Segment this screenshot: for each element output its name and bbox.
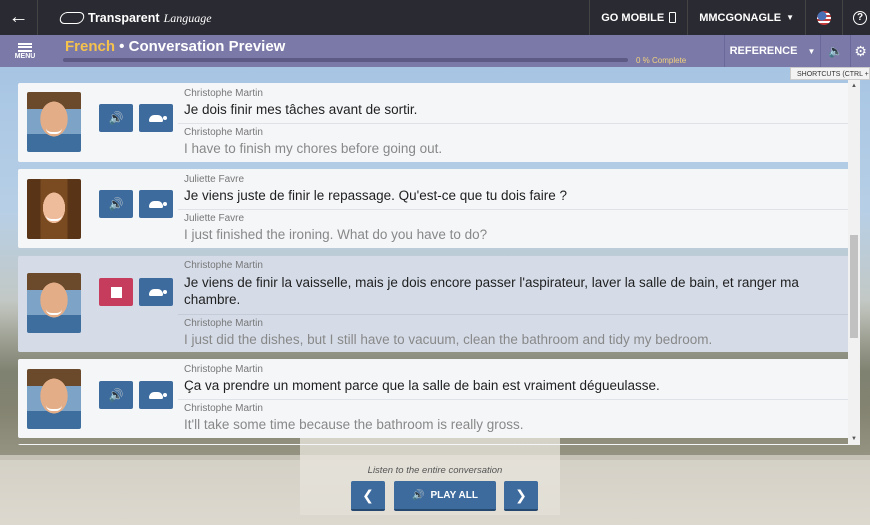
play-audio-button[interactable]: 🔊 — [99, 104, 133, 132]
lesson-title: Conversation Preview — [128, 38, 286, 55]
gear-icon: ⚙ — [854, 42, 867, 59]
scroll-down-icon[interactable]: ▼ — [848, 433, 860, 445]
divider — [178, 399, 850, 400]
back-button[interactable]: ← — [0, 0, 38, 35]
hamburger-icon — [18, 42, 32, 52]
page-title: French • Conversation Preview — [65, 38, 285, 55]
turtle-icon — [149, 200, 167, 208]
audio-settings-button[interactable]: 🔈 — [820, 35, 850, 67]
help-button[interactable]: ? — [842, 0, 870, 35]
arrow-left-icon: ← — [8, 6, 29, 28]
scroll-up-icon[interactable]: ▲ — [848, 80, 860, 92]
divider — [178, 123, 850, 124]
turtle-icon — [149, 288, 167, 296]
speaker-name: Christophe Martin — [184, 403, 263, 414]
divider — [178, 209, 850, 210]
french-text: Je viens juste de finir le repassage. Qu… — [184, 188, 568, 203]
avatar-christophe — [27, 369, 81, 429]
phone-icon — [669, 12, 677, 23]
speaker-name: Christophe Martin — [184, 260, 263, 271]
logo-mark-icon — [58, 12, 86, 24]
speaker-icon: 🔊 — [108, 197, 124, 211]
slow-audio-button[interactable] — [139, 104, 173, 132]
slow-audio-button[interactable] — [139, 190, 173, 218]
conversation-line: 🔊 Christophe Martin Ça va prendre un mom… — [18, 359, 850, 438]
speaker-name: Christophe Martin — [184, 318, 263, 329]
slow-audio-button[interactable] — [139, 278, 173, 306]
turtle-icon — [149, 391, 167, 399]
progress-text: 0 % Complete — [636, 56, 687, 65]
menu-button[interactable]: MENU — [0, 35, 50, 67]
stop-icon — [110, 286, 122, 298]
next-button[interactable]: ❯ — [504, 481, 538, 511]
user-menu-button[interactable]: MMCGONAGLE ▼ — [687, 0, 805, 35]
conversation-scrollbar[interactable]: ▲ ▼ — [848, 80, 860, 445]
speaker-name: Christophe Martin — [184, 364, 263, 375]
lesson-language: French — [65, 38, 116, 55]
french-text: Ça va prendre un moment parce que la sal… — [184, 378, 660, 393]
english-translation: I have to finish my chores before going … — [184, 141, 443, 156]
speaker-icon: 🔊 — [412, 489, 425, 501]
conversation-line: 🔊 Christophe Martin Je dois finir mes tâ… — [18, 83, 850, 162]
us-flag-icon — [817, 10, 831, 25]
scroll-thumb[interactable] — [850, 235, 858, 338]
stop-audio-button[interactable] — [99, 278, 133, 306]
chevron-right-icon: ❯ — [515, 486, 527, 503]
logo: Transparent Language — [58, 9, 212, 27]
speaker-name: Juliette Favre — [184, 174, 245, 185]
play-audio-button[interactable]: 🔊 — [99, 381, 133, 409]
conversation-list: 🔊 Christophe Martin Je dois finir mes tâ… — [10, 80, 860, 445]
avatar-juliette — [27, 179, 81, 239]
turtle-icon — [149, 114, 167, 122]
title-separator: • — [115, 38, 129, 55]
english-translation: It'll take some time because the bathroo… — [184, 417, 524, 432]
footer-caption: Listen to the entire conversation — [367, 465, 503, 476]
conversation-line: 🔊 Juliette Favre Je viens juste de finir… — [18, 169, 850, 248]
play-audio-button[interactable]: 🔊 — [99, 190, 133, 218]
username: MMCGONAGLE — [699, 11, 782, 24]
language-flag-button[interactable] — [805, 0, 842, 35]
progress-bar — [63, 58, 628, 62]
shortcuts-tooltip: SHORTCUTS (CTRL + /) — [790, 67, 870, 80]
logo-text-italic: Language — [163, 10, 212, 25]
reference-dropdown[interactable]: REFERENCE ▼ — [724, 35, 820, 67]
top-bar: ← Transparent Language GO MOBILE MMCGONA… — [0, 0, 870, 35]
french-text: Je dois finir mes tâches avant de sortir… — [184, 102, 418, 117]
play-all-label: PLAY ALL — [430, 489, 478, 501]
reference-label: REFERENCE — [729, 45, 798, 57]
settings-button[interactable]: ⚙ — [850, 35, 870, 67]
menu-label: MENU — [14, 52, 36, 60]
conversation-line-active: Christophe Martin Je viens de finir la v… — [18, 256, 850, 352]
play-all-button[interactable]: 🔊 PLAY ALL — [394, 481, 496, 511]
avatar-christophe — [27, 273, 81, 333]
slow-audio-button[interactable] — [139, 381, 173, 409]
conversation-line-partial — [18, 444, 850, 445]
english-translation: I just finished the ironing. What do you… — [184, 227, 488, 242]
logo-text: Transparent — [88, 11, 160, 25]
avatar-christophe — [27, 92, 81, 152]
speaker-name: Christophe Martin — [184, 127, 263, 138]
lesson-header: MENU French • Conversation Preview 0 % C… — [0, 35, 870, 67]
chevron-left-icon: ❮ — [362, 486, 374, 503]
french-text: Je viens de finir la vaisselle, mais je … — [184, 275, 799, 307]
previous-button[interactable]: ❮ — [351, 481, 385, 511]
speaker-icon: 🔊 — [108, 388, 124, 402]
speaker-name: Juliette Favre — [184, 213, 245, 224]
speaker-name: Christophe Martin — [184, 88, 263, 99]
chevron-down-icon: ▼ — [807, 46, 816, 56]
go-mobile-button[interactable]: GO MOBILE — [589, 0, 687, 35]
divider — [178, 314, 850, 315]
go-mobile-label: GO MOBILE — [601, 11, 665, 24]
speaker-icon: 🔈 — [828, 44, 843, 58]
speaker-icon: 🔊 — [108, 111, 124, 125]
chevron-down-icon: ▼ — [786, 13, 794, 22]
help-icon: ? — [853, 10, 867, 25]
english-translation: I just did the dishes, but I still have … — [184, 332, 713, 347]
